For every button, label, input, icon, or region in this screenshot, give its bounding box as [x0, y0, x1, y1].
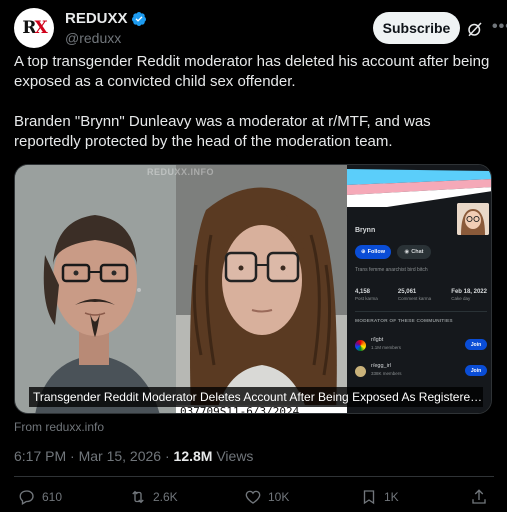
- handle[interactable]: @reduxx: [65, 30, 147, 46]
- chat-icon: ◉: [404, 249, 410, 255]
- like-button[interactable]: 10K: [244, 488, 289, 506]
- reddit-stats: 4,158 Post karma 25,061 Comment karma Fe…: [355, 289, 487, 301]
- display-name[interactable]: REDUXX: [65, 10, 147, 27]
- reduxx-logo: RX: [22, 18, 47, 38]
- link-source[interactable]: From reduxx.info: [14, 420, 104, 434]
- lgbt-community-icon: [355, 340, 366, 351]
- bookmark-icon: [363, 490, 375, 505]
- reddit-stat: 25,061 Comment karma: [397, 289, 432, 301]
- reddit-follow-button: ⊕ Follow: [355, 245, 391, 259]
- timestamp[interactable]: 6:17 PM · Mar 15, 2026 ·: [14, 448, 174, 464]
- tweet-meta: 6:17 PM · Mar 15, 2026 · 12.8M Views: [14, 448, 253, 464]
- plus-icon: ⊕: [360, 249, 366, 255]
- photo-middle: 037709S11-6/3/2024: [176, 165, 347, 413]
- reddit-chat-button: ◉ Chat: [397, 245, 431, 259]
- repost-icon: [132, 490, 144, 504]
- subscribe-button[interactable]: Subscribe: [373, 12, 460, 44]
- media-card[interactable]: 037709S11-6/3/2024 Brynn ⊕ Follow ◉ Chat…: [14, 164, 492, 414]
- reply-button[interactable]: 610: [18, 488, 62, 506]
- grok-icon[interactable]: [466, 20, 484, 38]
- heart-icon: [245, 490, 261, 504]
- reddit-profile-screenshot: Brynn ⊕ Follow ◉ Chat Trans femme anarch…: [347, 165, 491, 413]
- tweet-text: A top transgender Reddit moderator has d…: [14, 53, 490, 150]
- tweet-header: RX REDUXX @reduxx Subscribe •••: [14, 8, 507, 48]
- reddit-stat: Feb 18, 2022 Cake day: [451, 289, 487, 301]
- share-button[interactable]: [470, 488, 488, 506]
- community-item: r/lgbt 1.1M members Join: [355, 337, 487, 357]
- community-item: r/egg_irl 338K members Join: [355, 363, 487, 383]
- watermark: REDUXX.INFO: [147, 167, 215, 177]
- join-button: Join: [465, 339, 487, 350]
- reddit-username: Brynn: [355, 227, 376, 234]
- moderator-section-title: MODERATOR OF THESE COMMUNITIES: [355, 319, 453, 324]
- repost-button[interactable]: 2.6K: [129, 488, 178, 506]
- views-count: 12.8M: [173, 448, 213, 464]
- reddit-avatar: [455, 201, 491, 237]
- verified-badge-icon: [131, 11, 146, 26]
- mugshot-illustration: [176, 165, 347, 413]
- photo-left: [15, 165, 176, 413]
- views-button[interactable]: 1K: [360, 488, 399, 506]
- author-info: REDUXX @reduxx: [65, 10, 147, 46]
- reddit-bio: Trans femme anarchist bird bitch: [355, 267, 428, 273]
- avatar[interactable]: RX: [14, 8, 54, 48]
- egg-community-icon: [355, 366, 366, 377]
- join-button: Join: [465, 365, 487, 376]
- reddit-stat: 4,158 Post karma: [355, 289, 378, 301]
- divider: [14, 476, 494, 477]
- reply-icon: [19, 490, 34, 505]
- man-portrait-illustration: [15, 165, 176, 413]
- views-label: Views: [212, 448, 254, 464]
- divider: [355, 311, 487, 312]
- action-bar: 610 2.6K 10K 1K: [14, 488, 492, 508]
- link-card-title[interactable]: Transgender Reddit Moderator Deletes Acc…: [29, 387, 483, 407]
- more-options-icon[interactable]: •••: [492, 18, 507, 36]
- share-icon: [472, 489, 486, 504]
